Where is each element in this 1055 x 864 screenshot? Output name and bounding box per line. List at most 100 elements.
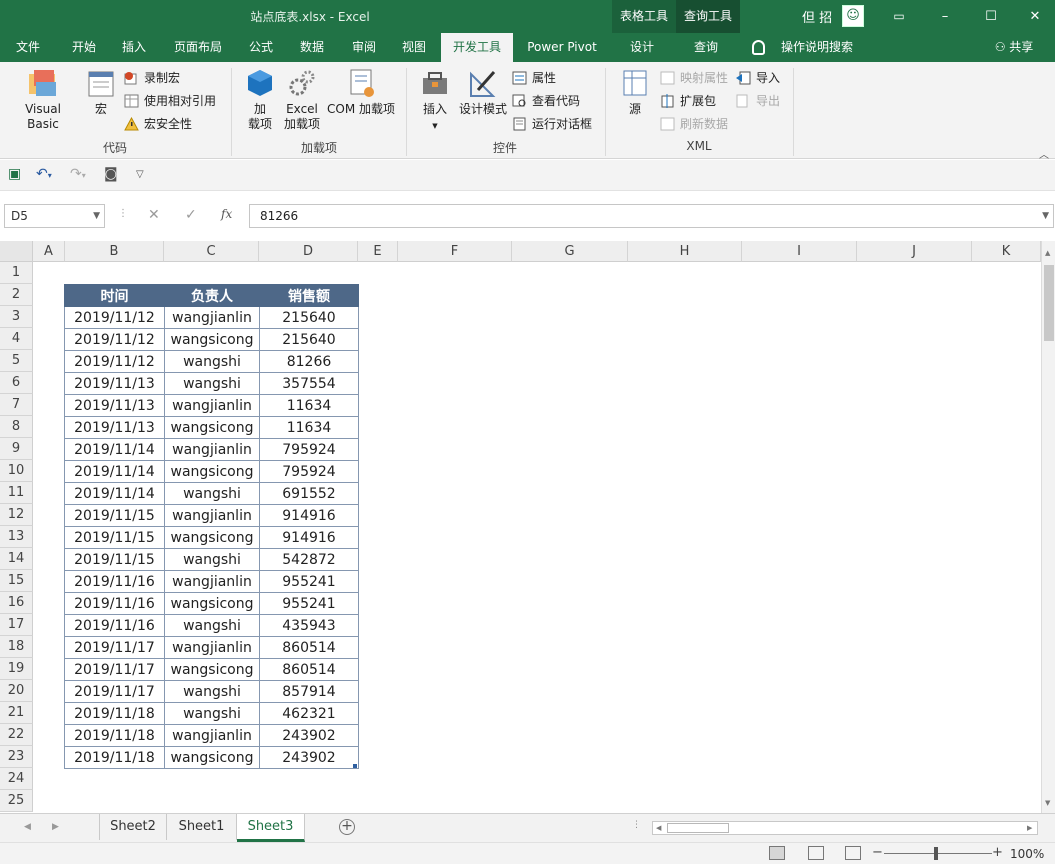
- run-dialog-button[interactable]: 运行对话框: [512, 114, 592, 134]
- cell-owner[interactable]: wangsicong: [164, 526, 260, 549]
- cell-sales[interactable]: 857914: [259, 680, 359, 703]
- row-header[interactable]: 21: [0, 702, 33, 724]
- table-row[interactable]: 2019/11/15 wangshi 542872: [64, 548, 359, 571]
- table-row[interactable]: 2019/11/12 wangjianlin 215640: [64, 306, 359, 329]
- cell-owner[interactable]: wangshi: [164, 702, 260, 725]
- select-all-corner[interactable]: [0, 241, 33, 262]
- table-row[interactable]: 2019/11/18 wangshi 462321: [64, 702, 359, 725]
- properties-button[interactable]: 属性: [512, 68, 556, 88]
- cell-date[interactable]: 2019/11/14: [64, 460, 165, 483]
- cell-sales[interactable]: 11634: [259, 416, 359, 439]
- table-row[interactable]: 2019/11/12 wangshi 81266: [64, 350, 359, 373]
- vertical-scroll-thumb[interactable]: [1044, 265, 1054, 341]
- table-row[interactable]: 2019/11/13 wangjianlin 11634: [64, 394, 359, 417]
- context-tab-table-tools[interactable]: 表格工具: [612, 0, 677, 33]
- user-name[interactable]: 但 招: [802, 7, 832, 26]
- column-header-k[interactable]: K: [972, 241, 1041, 262]
- cell-date[interactable]: 2019/11/13: [64, 394, 165, 417]
- table-row[interactable]: 2019/11/16 wangshi 435943: [64, 614, 359, 637]
- zoom-level[interactable]: 100%: [1010, 847, 1044, 861]
- tab-split-grip-icon[interactable]: ⋮: [632, 820, 641, 830]
- tab-query[interactable]: 查询: [684, 33, 728, 62]
- tell-me-search[interactable]: 操作说明搜索: [772, 33, 862, 62]
- cell-owner[interactable]: wangsicong: [164, 658, 260, 681]
- row-header[interactable]: 13: [0, 526, 33, 548]
- cell-date[interactable]: 2019/11/14: [64, 438, 165, 461]
- row-header[interactable]: 8: [0, 416, 33, 438]
- column-header-c[interactable]: C: [164, 241, 259, 262]
- tab-review[interactable]: 审阅: [342, 33, 386, 62]
- visual-basic-button[interactable]: Visual Basic: [8, 68, 78, 132]
- cell-sales[interactable]: 795924: [259, 460, 359, 483]
- horizontal-scroll-thumb[interactable]: [667, 823, 729, 833]
- table-row[interactable]: 2019/11/17 wangshi 857914: [64, 680, 359, 703]
- row-header[interactable]: 18: [0, 636, 33, 658]
- cell-owner[interactable]: wangshi: [164, 372, 260, 395]
- table-row[interactable]: 2019/11/15 wangjianlin 914916: [64, 504, 359, 527]
- save-icon[interactable]: ▣: [8, 166, 21, 182]
- sheet-tab-sheet2[interactable]: Sheet2: [99, 814, 167, 840]
- cell-sales[interactable]: 215640: [259, 306, 359, 329]
- tab-power-pivot[interactable]: Power Pivot: [520, 33, 604, 62]
- cancel-entry-button[interactable]: ✕: [148, 207, 160, 223]
- cell-owner[interactable]: wangjianlin: [164, 504, 260, 527]
- row-header[interactable]: 12: [0, 504, 33, 526]
- row-header[interactable]: 16: [0, 592, 33, 614]
- collapse-ribbon-icon[interactable]: ︿: [1039, 146, 1049, 161]
- cell-owner[interactable]: wangshi: [164, 680, 260, 703]
- column-header-b[interactable]: B: [65, 241, 164, 262]
- page-break-preview-icon[interactable]: [845, 846, 861, 860]
- row-header[interactable]: 24: [0, 768, 33, 790]
- relative-reference-button[interactable]: 使用相对引用: [124, 91, 216, 111]
- cell-date[interactable]: 2019/11/16: [64, 592, 165, 615]
- macros-button[interactable]: 宏: [84, 68, 118, 117]
- cell-owner[interactable]: wangjianlin: [164, 306, 260, 329]
- cell-date[interactable]: 2019/11/15: [64, 548, 165, 571]
- cell-sales[interactable]: 795924: [259, 438, 359, 461]
- row-header[interactable]: 6: [0, 372, 33, 394]
- row-header[interactable]: 7: [0, 394, 33, 416]
- row-header[interactable]: 5: [0, 350, 33, 372]
- table-resize-handle[interactable]: [353, 764, 357, 768]
- zoom-slider-track[interactable]: [884, 853, 992, 854]
- cell-date[interactable]: 2019/11/12: [64, 328, 165, 351]
- table-header-owner[interactable]: 负责人: [164, 284, 260, 307]
- cell-owner[interactable]: wangshi: [164, 614, 260, 637]
- row-header[interactable]: 15: [0, 570, 33, 592]
- table-row[interactable]: 2019/11/12 wangsicong 215640: [64, 328, 359, 351]
- add-sheet-icon[interactable]: +: [339, 819, 355, 835]
- confirm-entry-button[interactable]: ✓: [185, 207, 197, 223]
- cell-date[interactable]: 2019/11/18: [64, 724, 165, 747]
- column-header-e[interactable]: E: [358, 241, 398, 262]
- table-row[interactable]: 2019/11/14 wangsicong 795924: [64, 460, 359, 483]
- row-header[interactable]: 9: [0, 438, 33, 460]
- column-header-a[interactable]: A: [33, 241, 65, 262]
- cell-owner[interactable]: wangshi: [164, 350, 260, 373]
- cell-owner[interactable]: wangjianlin: [164, 724, 260, 747]
- table-row[interactable]: 2019/11/14 wangjianlin 795924: [64, 438, 359, 461]
- normal-view-icon[interactable]: [769, 846, 785, 860]
- cell-date[interactable]: 2019/11/12: [64, 350, 165, 373]
- cell-sales[interactable]: 955241: [259, 592, 359, 615]
- tab-page-layout[interactable]: 页面布局: [164, 33, 232, 62]
- export-button[interactable]: 导出: [736, 91, 780, 111]
- xml-source-button[interactable]: 源: [616, 68, 654, 117]
- cell-owner[interactable]: wangjianlin: [164, 570, 260, 593]
- cell-sales[interactable]: 243902: [259, 746, 359, 769]
- cell-date[interactable]: 2019/11/16: [64, 614, 165, 637]
- table-row[interactable]: 2019/11/16 wangsicong 955241: [64, 592, 359, 615]
- row-header[interactable]: 10: [0, 460, 33, 482]
- column-header-h[interactable]: H: [628, 241, 742, 262]
- cell-sales[interactable]: 243902: [259, 724, 359, 747]
- design-mode-button[interactable]: 设计模式: [456, 68, 510, 117]
- tab-home[interactable]: 开始: [60, 33, 108, 62]
- cell-date[interactable]: 2019/11/13: [64, 372, 165, 395]
- zoom-out-button[interactable]: −: [872, 845, 883, 860]
- com-addins-button[interactable]: COM 加载项: [324, 68, 398, 117]
- data-table[interactable]: 时间 负责人 销售额 2019/11/12 wangjianlin 215640 20…: [64, 284, 359, 769]
- user-avatar-icon[interactable]: ☺: [842, 5, 864, 27]
- formula-input[interactable]: 81266 ▼: [249, 204, 1054, 228]
- close-button[interactable]: ✕: [1012, 0, 1055, 33]
- row-header[interactable]: 14: [0, 548, 33, 570]
- table-row[interactable]: 2019/11/13 wangshi 357554: [64, 372, 359, 395]
